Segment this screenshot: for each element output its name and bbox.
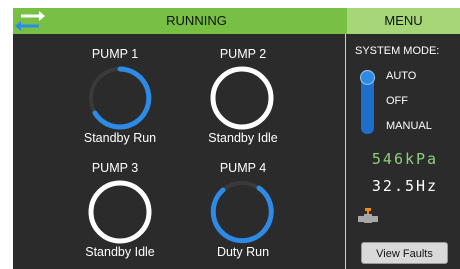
swap-arrows-icon xyxy=(15,11,45,31)
mode-option-off[interactable]: OFF xyxy=(386,95,408,107)
mode-option-manual[interactable]: MANUAL xyxy=(386,120,432,132)
pump-2-status: Standby Idle xyxy=(208,131,278,145)
pump-3-title: PUMP 3 xyxy=(91,161,139,175)
mode-slider-knob[interactable] xyxy=(360,70,375,85)
pump-2-gauge[interactable] xyxy=(209,65,275,131)
pump-4-gauge[interactable] xyxy=(209,179,275,245)
menu-button[interactable]: MENU xyxy=(347,8,460,34)
running-status: RUNNING xyxy=(166,13,227,28)
system-mode-label: SYSTEM MODE: xyxy=(355,45,440,57)
swap-button[interactable] xyxy=(13,8,47,34)
mode-option-auto[interactable]: AUTO xyxy=(386,70,416,82)
pump-2-title: PUMP 2 xyxy=(219,47,267,61)
pump-1-status: Standby Run xyxy=(83,131,157,145)
valve-icon[interactable] xyxy=(357,206,379,226)
pump-4-status: Duty Run xyxy=(216,245,270,259)
divider xyxy=(345,34,346,269)
pressure-readout: 546kPa xyxy=(371,150,439,168)
pump-3-status: Standby Idle xyxy=(85,245,155,259)
frequency-readout: 32.5Hz xyxy=(371,177,439,195)
pump-1-title: PUMP 1 xyxy=(91,47,139,61)
pump-4-title: PUMP 4 xyxy=(219,161,267,175)
view-faults-button[interactable]: View Faults xyxy=(361,242,448,264)
pump-1-gauge[interactable] xyxy=(87,65,153,131)
pump-3-gauge[interactable] xyxy=(87,179,153,245)
